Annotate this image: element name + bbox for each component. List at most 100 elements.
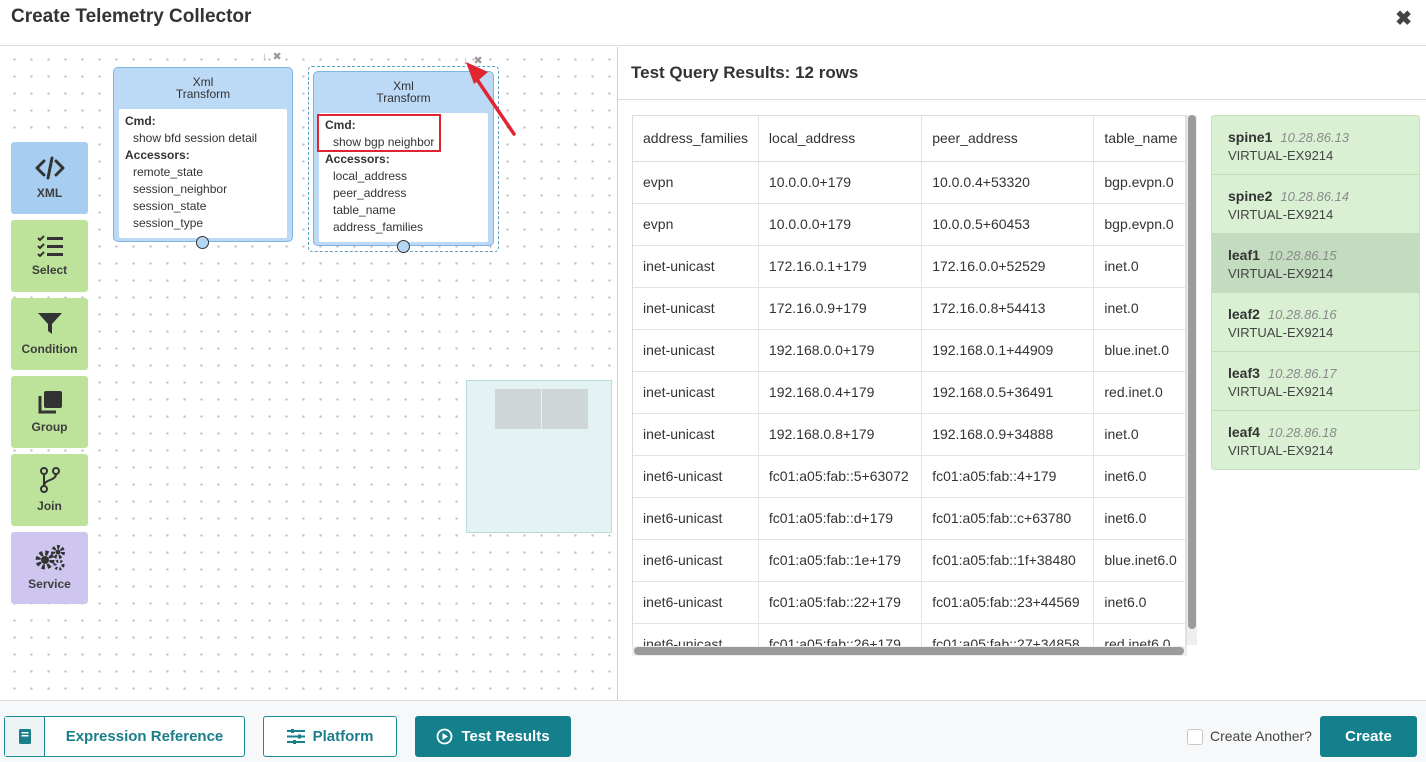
device-name: leaf3 [1228, 365, 1260, 381]
table-cell: bgp.evpn.0 [1093, 203, 1186, 246]
vertical-scroll-thumb[interactable] [1188, 115, 1196, 629]
table-cell: fc01:a05:fab::23+44569 [921, 581, 1095, 624]
table-cell: inet6-unicast [633, 581, 759, 624]
device-model: VIRTUAL-EX9214 [1228, 207, 1334, 222]
tool-service-label: Service [28, 577, 71, 591]
device-item-spine2[interactable]: spine2 10.28.86.14 VIRTUAL-EX9214 [1212, 175, 1419, 234]
table-cell: inet.0 [1093, 287, 1186, 330]
table-cell: 192.168.0.0+179 [758, 329, 923, 372]
device-ip: 10.28.86.13 [1280, 130, 1350, 145]
device-name: spine1 [1228, 129, 1273, 145]
device-ip: 10.28.86.14 [1280, 189, 1350, 204]
table-cell: 172.16.0.0+52529 [921, 245, 1095, 288]
node-1-output-port[interactable] [196, 236, 209, 249]
node-1-accessor: session_neighbor [133, 182, 228, 196]
node-1-controls[interactable]: ↓✖ [262, 50, 287, 63]
platform-label: Platform [312, 728, 374, 745]
device-list: spine1 10.28.86.13 VIRTUAL-EX9214 spine2 10.… [1211, 115, 1420, 470]
device-ip: 10.28.86.18 [1267, 425, 1337, 440]
table-header-row: address_families local_address peer_addres… [633, 116, 1186, 162]
table-cell: inet-unicast [633, 287, 759, 330]
device-item-spine1[interactable]: spine1 10.28.86.13 VIRTUAL-EX9214 [1212, 116, 1419, 175]
table-cell: fc01:a05:fab::4+179 [921, 455, 1095, 498]
node-1-title: Xml Transform [114, 68, 292, 100]
table-cell: fc01:a05:fab::5+63072 [758, 455, 923, 498]
column-header[interactable]: table_name [1093, 116, 1186, 162]
table-row: inet6-unicast fc01:a05:fab::22+179 fc01:a0… [633, 581, 1186, 624]
table-cell: inet6.0 [1093, 497, 1186, 540]
tool-condition[interactable]: Condition [11, 298, 88, 370]
tool-xml[interactable]: XML [11, 142, 88, 214]
create-button[interactable]: Create [1320, 716, 1417, 757]
table-cell: inet6.0 [1093, 455, 1186, 498]
device-name: leaf1 [1228, 247, 1260, 263]
tool-join-label: Join [37, 499, 62, 513]
tool-join[interactable]: Join [11, 454, 88, 526]
node-2-output-port[interactable] [397, 240, 410, 253]
test-results-label: Test Results [461, 728, 550, 745]
table-cell: red.inet.0 [1093, 371, 1186, 414]
tool-select-label: Select [31, 263, 68, 277]
node-2-accessor: table_name [333, 203, 396, 217]
table-vertical-scrollbar[interactable] [1187, 115, 1197, 645]
table-row: inet-unicast 172.16.0.9+179 172.16.0.8+544… [633, 287, 1186, 330]
node-1-accessor: remote_state [133, 165, 204, 179]
table-cell: fc01:a05:fab::1e+179 [758, 539, 923, 582]
node-2-accessors-label: Accessors: [325, 152, 390, 166]
table-body: evpn 10.0.0.0+179 10.0.0.4+53320 bgp.evpn.0… [633, 161, 1186, 649]
gears-icon [35, 545, 65, 571]
results-table-container[interactable]: address_families local_address peer_addres… [632, 115, 1187, 650]
node-1-cmd: show bfd session detail [133, 131, 258, 145]
dialog-title: Create Telemetry Collector [11, 6, 252, 27]
tool-service[interactable]: Service [11, 532, 88, 604]
checklist-icon [36, 235, 63, 257]
column-header[interactable]: peer_address [921, 116, 1095, 162]
platform-button[interactable]: Platform [263, 716, 397, 757]
test-results-button[interactable]: Test Results [415, 716, 571, 757]
table-cell: 192.168.0.8+179 [758, 413, 923, 456]
minimap-node [542, 389, 588, 429]
table-row: inet-unicast 192.168.0.0+179 192.168.0.1+4… [633, 329, 1186, 372]
node-1-title-line2: Transform [175, 87, 231, 101]
device-ip: 10.28.86.17 [1267, 366, 1337, 381]
table-row: inet-unicast 192.168.0.8+179 192.168.0.9+3… [633, 413, 1186, 456]
horizontal-scroll-thumb[interactable] [634, 647, 1184, 655]
table-row: evpn 10.0.0.0+179 10.0.0.4+53320 bgp.evpn.0 [633, 161, 1186, 204]
table-cell: 172.16.0.8+54413 [921, 287, 1095, 330]
results-table: address_families local_address peer_addres… [633, 116, 1186, 649]
table-cell: inet.0 [1093, 413, 1186, 456]
device-item-leaf4[interactable]: leaf4 10.28.86.18 VIRTUAL-EX9214 [1212, 411, 1419, 469]
book-icon [5, 717, 45, 756]
table-cell: inet.0 [1093, 245, 1186, 288]
expression-reference-button[interactable]: Expression Reference [4, 716, 245, 757]
table-cell: 192.168.0.9+34888 [921, 413, 1095, 456]
table-cell: 192.168.0.5+36491 [921, 371, 1095, 414]
device-item-leaf3[interactable]: leaf3 10.28.86.17 VIRTUAL-EX9214 [1212, 352, 1419, 411]
annotation-arrow-icon [466, 62, 516, 136]
create-another-checkbox[interactable] [1187, 729, 1203, 745]
table-cell: 172.16.0.1+179 [758, 245, 923, 288]
close-icon[interactable]: ✖ [1395, 6, 1412, 31]
device-model: VIRTUAL-EX9214 [1228, 384, 1334, 399]
table-cell: inet6.0 [1093, 581, 1186, 624]
table-cell: fc01:a05:fab::c+63780 [921, 497, 1095, 540]
column-header[interactable]: address_families [633, 116, 759, 162]
node-1-accessors-label: Accessors: [125, 148, 190, 162]
canvas-minimap[interactable] [466, 380, 612, 533]
column-header[interactable]: local_address [758, 116, 923, 162]
table-cell: blue.inet.0 [1093, 329, 1186, 372]
node-2-accessor: local_address [333, 169, 408, 183]
device-item-leaf1[interactable]: leaf1 10.28.86.15 VIRTUAL-EX9214 [1212, 234, 1419, 293]
table-cell: inet6-unicast [633, 455, 759, 498]
xml-transform-node-1[interactable]: Xml Transform Cmd: show bfd session deta… [113, 67, 293, 242]
table-horizontal-scrollbar[interactable] [632, 646, 1187, 656]
tool-select[interactable]: Select [11, 220, 88, 292]
device-model: VIRTUAL-EX9214 [1228, 266, 1334, 281]
table-cell: 172.16.0.9+179 [758, 287, 923, 330]
table-row: inet6-unicast fc01:a05:fab::d+179 fc01:a05… [633, 497, 1186, 540]
device-model: VIRTUAL-EX9214 [1228, 148, 1334, 163]
tool-group[interactable]: Group [11, 376, 88, 448]
device-item-leaf2[interactable]: leaf2 10.28.86.16 VIRTUAL-EX9214 [1212, 293, 1419, 352]
device-model: VIRTUAL-EX9214 [1228, 325, 1334, 340]
stack-icon [38, 391, 62, 414]
